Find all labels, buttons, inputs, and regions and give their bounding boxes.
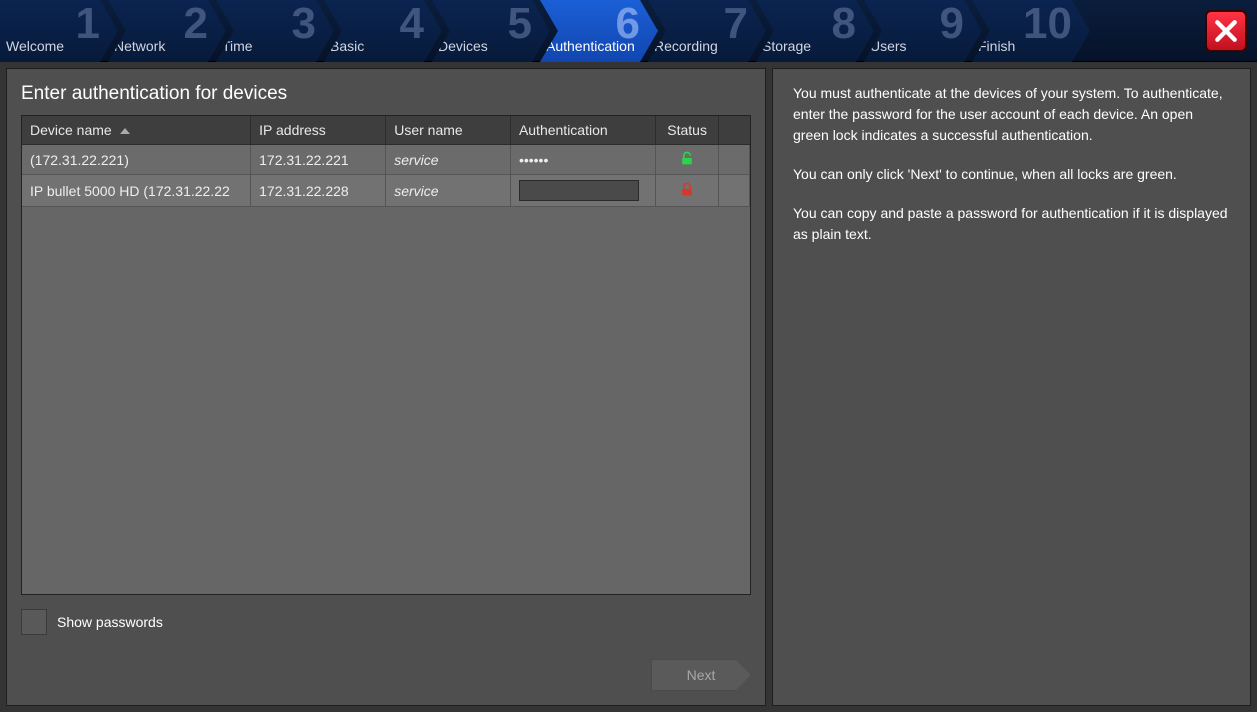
page-title: Enter authentication for devices — [21, 83, 751, 105]
step-number: 4 — [400, 2, 424, 46]
close-icon — [1213, 18, 1239, 44]
cell-username: service — [386, 175, 511, 207]
cell-ip: 172.31.22.228 — [251, 175, 386, 207]
wizard-step-recording[interactable]: 7 Recording — [648, 0, 766, 62]
cell-username: service — [386, 145, 511, 175]
step-number: 2 — [184, 2, 208, 46]
step-label: Users — [870, 38, 907, 54]
col-header-extra — [718, 116, 749, 145]
col-header-status[interactable]: Status — [656, 116, 718, 145]
wizard-step-basic[interactable]: 4 Basic — [324, 0, 442, 62]
step-label: Finish — [978, 38, 1015, 54]
step-number: 7 — [724, 2, 748, 46]
step-number: 3 — [292, 2, 316, 46]
col-header-user[interactable]: User name — [386, 116, 511, 145]
cell-extra — [718, 145, 749, 175]
wizard-step-authentication[interactable]: 6Authentication — [540, 0, 658, 62]
main-panel: Enter authentication for devices Device … — [6, 68, 766, 706]
step-label: Authentication — [546, 38, 635, 54]
cell-extra — [718, 175, 749, 207]
cell-device-name: IP bullet 5000 HD (172.31.22.22 — [22, 175, 251, 207]
step-label: Welcome — [6, 38, 64, 54]
help-paragraph: You can only click 'Next' to continue, w… — [793, 164, 1230, 185]
cell-device-name: (172.31.22.221) — [22, 145, 251, 175]
lock-open-icon — [679, 150, 695, 166]
wizard-step-storage[interactable]: 8 Storage — [756, 0, 874, 62]
cell-status — [656, 175, 718, 207]
step-label: Storage — [762, 38, 811, 54]
device-table-wrap: Device name IP address User name Authent… — [21, 115, 751, 595]
step-number: 8 — [832, 2, 856, 46]
password-masked: •••••• — [519, 152, 548, 168]
step-label: Network — [114, 38, 165, 54]
step-number: 1 — [76, 2, 100, 46]
col-header-auth[interactable]: Authentication — [510, 116, 656, 145]
help-panel: You must authenticate at the devices of … — [772, 68, 1251, 706]
show-passwords-row: Show passwords — [21, 609, 751, 635]
wizard-step-users[interactable]: 9 Users — [864, 0, 982, 62]
help-paragraph: You must authenticate at the devices of … — [793, 83, 1230, 146]
close-button[interactable] — [1205, 10, 1247, 52]
cell-ip: 172.31.22.221 — [251, 145, 386, 175]
step-label: Devices — [438, 38, 488, 54]
next-button[interactable]: Next — [651, 659, 751, 691]
step-number: 10 — [1023, 2, 1072, 46]
next-button-label: Next — [687, 667, 716, 683]
table-row[interactable]: IP bullet 5000 HD (172.31.22.22172.31.22… — [22, 175, 750, 207]
lock-closed-icon — [679, 181, 695, 197]
step-number: 5 — [508, 2, 532, 46]
cell-auth: •••••• — [510, 145, 656, 175]
help-paragraph: You can copy and paste a password for au… — [793, 203, 1230, 245]
password-input[interactable] — [519, 180, 639, 201]
show-passwords-checkbox[interactable] — [21, 609, 47, 635]
wizard-steps: 1 Welcome 2 Network 3 Time 4 Basic 5 Devices 6Auth… — [0, 0, 1257, 62]
step-label: Recording — [654, 38, 718, 54]
col-header-ip[interactable]: IP address — [251, 116, 386, 145]
step-number: 9 — [940, 2, 964, 46]
step-label: Basic — [330, 38, 364, 54]
col-header-device-name[interactable]: Device name — [22, 116, 251, 145]
table-row[interactable]: (172.31.22.221)172.31.22.221service •••••… — [22, 145, 750, 175]
col-header-label: Device name — [30, 122, 112, 138]
sort-asc-icon — [120, 128, 130, 134]
wizard-step-devices[interactable]: 5 Devices — [432, 0, 550, 62]
wizard-step-network[interactable]: 2 Network — [108, 0, 226, 62]
cell-auth — [510, 175, 656, 207]
show-passwords-label: Show passwords — [57, 614, 163, 630]
cell-status — [656, 145, 718, 175]
step-label: Time — [222, 38, 253, 54]
wizard-step-finish[interactable]: 10 Finish — [972, 0, 1090, 62]
wizard-step-time[interactable]: 3 Time — [216, 0, 334, 62]
device-table: Device name IP address User name Authent… — [22, 116, 750, 207]
wizard-step-welcome[interactable]: 1 Welcome — [0, 0, 118, 62]
